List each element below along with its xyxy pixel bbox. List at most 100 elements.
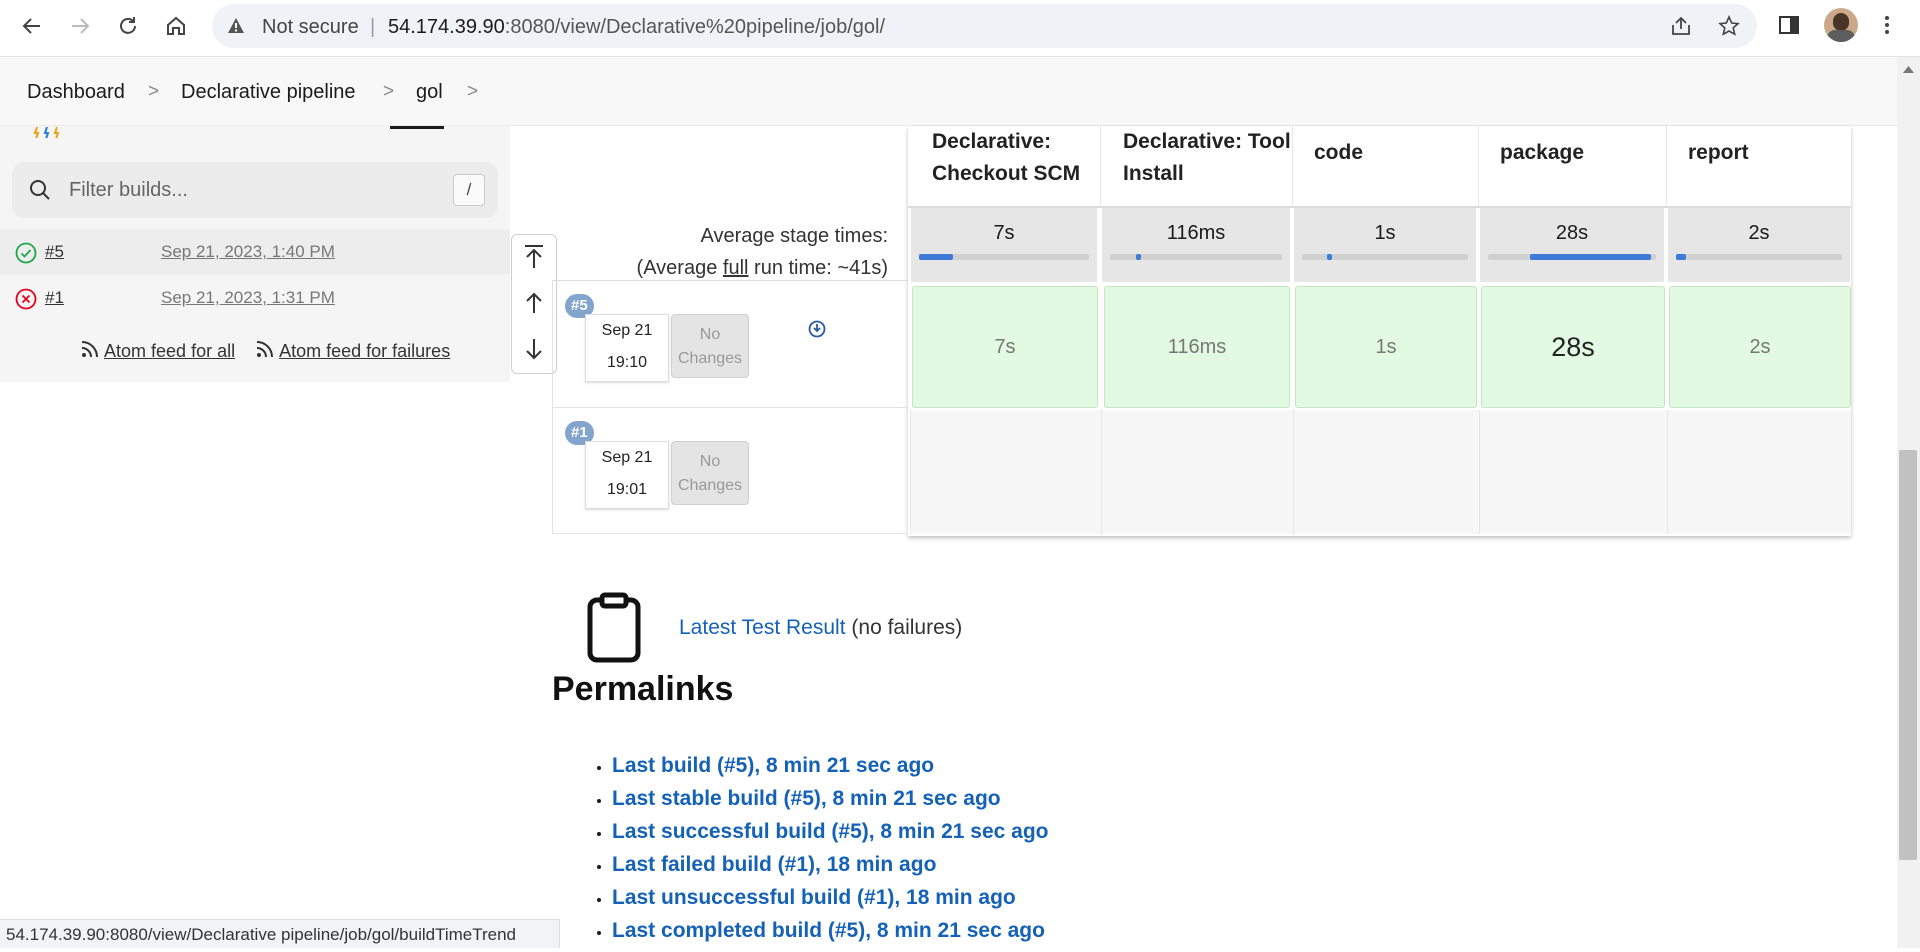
list-item: Last unsuccessful build (#1), 18 min ago [612,886,1049,912]
url-text[interactable]: 54.174.39.90:8080/view/Declarative%20pip… [388,16,885,39]
run-date-day: Sep 21 [601,449,653,466]
chevron-right-icon: > [148,81,160,102]
avg-stage-cell: 1s [1294,208,1476,282]
filter-placeholder: Filter builds... [69,179,188,201]
column-divider [552,280,553,534]
browser-toolbar: Not secure | 54.174.39.90:8080/view/Decl… [0,0,1920,57]
download-circle-icon[interactable] [808,320,826,338]
avg-stage-bar-fill [1530,254,1651,260]
reload-button[interactable] [110,8,146,44]
build-date-link[interactable]: Sep 21, 2023, 1:31 PM [161,288,335,308]
warning-icon [228,18,244,33]
list-item: Last stable build (#5), 8 min 21 sec ago [612,787,1049,813]
back-button[interactable] [14,8,50,44]
filter-builds-input[interactable]: Filter builds... / [12,162,498,218]
breadcrumb-declarative-pipeline[interactable]: Declarative pipeline [181,81,356,104]
stage-result-cell[interactable]: 28s [1481,286,1665,408]
avg-stage-time: 2s [1748,222,1770,244]
avg-stage-bar [919,254,1089,260]
avg-stage-bar [1110,254,1282,260]
avg-stage-time: 116ms [1166,222,1226,244]
avg-run-suffix: run time: ~41s) [748,257,888,279]
rss-icon [256,341,274,358]
scrollbar-thumb[interactable] [1899,450,1917,860]
more-menu-icon[interactable] [1876,14,1898,36]
profile-avatar[interactable] [1824,8,1858,42]
column-divider [1478,126,1479,206]
run-date-time: 19:10 [606,354,648,371]
avg-stage-cell: 116ms [1102,208,1290,282]
run-date: Sep 21 19:01 [585,441,669,509]
arrow-right-icon [72,18,90,34]
average-stage-times: Average stage times: (Average full run t… [553,220,888,284]
forward-button[interactable] [62,8,98,44]
reload-icon [120,17,136,34]
permalink-last-failed-build[interactable]: Last failed build (#1), 18 min ago [612,853,936,876]
home-button[interactable] [158,8,194,44]
bookmark-star-icon[interactable] [1718,15,1740,37]
avg-stage-time: 28s [1555,222,1589,244]
search-icon [30,180,50,200]
build-row[interactable]: #1 Sep 21, 2023, 1:31 PM [0,276,510,320]
clipboard-icon [587,592,641,663]
share-icon[interactable] [1670,15,1692,37]
permalink-last-completed-build[interactable]: Last completed build (#5), 8 min 21 sec … [612,919,1045,942]
row-divider [552,280,908,281]
run-changes[interactable]: No Changes [671,314,749,378]
url-path: :8080/view/Declarative%20pipeline/job/go… [504,16,886,38]
security-label: Not secure [262,16,359,38]
weather-icon [33,126,61,138]
build-number-link[interactable]: #5 [45,242,64,262]
home-icon [167,16,185,35]
latest-test-result-link[interactable]: Latest Test Result [679,616,846,639]
avg-stage-bar [1676,254,1842,260]
tab-underline [390,126,444,129]
permalink-last-stable-build[interactable]: Last stable build (#5), 8 min 21 sec ago [612,787,1001,810]
avg-stage-time: 7s [993,222,1015,244]
build-row[interactable]: #5 Sep 21, 2023, 1:40 PM [0,230,510,274]
avg-stage-bar-fill [1326,254,1332,260]
stage-result-cell[interactable]: 1s [1295,286,1477,408]
permalink-last-successful-build[interactable]: Last successful build (#5), 8 min 21 sec… [612,820,1049,843]
chevron-right-icon: > [467,81,479,102]
run-changes[interactable]: No Changes [671,441,749,505]
list-item: Last completed build (#5), 8 min 21 sec … [612,919,1049,945]
permalinks-title: Permalinks [552,670,734,708]
avg-stage-cell: 7s [911,208,1097,282]
avg-run-prefix: (Average [636,257,723,279]
arrow-down-icon[interactable] [522,335,546,363]
address-bar[interactable]: Not secure | 54.174.39.90:8080/view/Decl… [212,4,1757,48]
avg-stage-bar [1302,254,1468,260]
side-panel-icon[interactable] [1778,14,1800,36]
column-divider [1666,126,1667,206]
permalink-last-unsuccessful-build[interactable]: Last unsuccessful build (#1), 18 min ago [612,886,1016,909]
build-number-link[interactable]: #1 [45,288,64,308]
url-host: 54.174.39.90 [388,16,505,38]
filter-shortcut-key: / [453,174,485,206]
column-divider [1100,126,1101,206]
stage-result-cell[interactable]: 116ms [1104,286,1290,408]
list-item: Last successful build (#5), 8 min 21 sec… [612,820,1049,846]
avg-stage-time: 1s [1374,222,1396,244]
stage-result-cell[interactable]: 7s [912,286,1098,408]
scroll-up-arrow-icon[interactable] [1903,65,1914,73]
avg-stage-cell: 28s [1480,208,1664,282]
permalink-last-build[interactable]: Last build (#5), 8 min 21 sec ago [612,754,934,777]
arrow-left-icon [22,18,40,34]
breadcrumb-dashboard[interactable]: Dashboard [27,81,125,104]
atom-feed-all-link[interactable]: Atom feed for all [104,341,235,361]
stage-result-cell[interactable]: 2s [1669,286,1851,408]
scroll-top-icon[interactable] [522,243,546,271]
stage-header: Declarative: Tool Install [1123,130,1291,185]
list-item: Last build (#5), 8 min 21 sec ago [612,754,1049,780]
build-date-link[interactable]: Sep 21, 2023, 1:40 PM [161,242,335,262]
breadcrumb-gol[interactable]: gol [416,81,443,104]
avg-stage-cell: 2s [1668,208,1850,282]
breadcrumb: Dashboard > Declarative pipeline > gol > [0,57,1897,126]
atom-feed-failures-link[interactable]: Atom feed for failures [279,341,450,361]
stage-header: code [1314,141,1364,164]
status-bar-url: 54.174.39.90:8080/view/Declarative pipel… [0,919,560,948]
atom-feeds: Atom feed for all Atom feed for failures [80,339,450,362]
chevron-right-icon: > [383,81,395,102]
arrow-up-icon[interactable] [522,289,546,317]
